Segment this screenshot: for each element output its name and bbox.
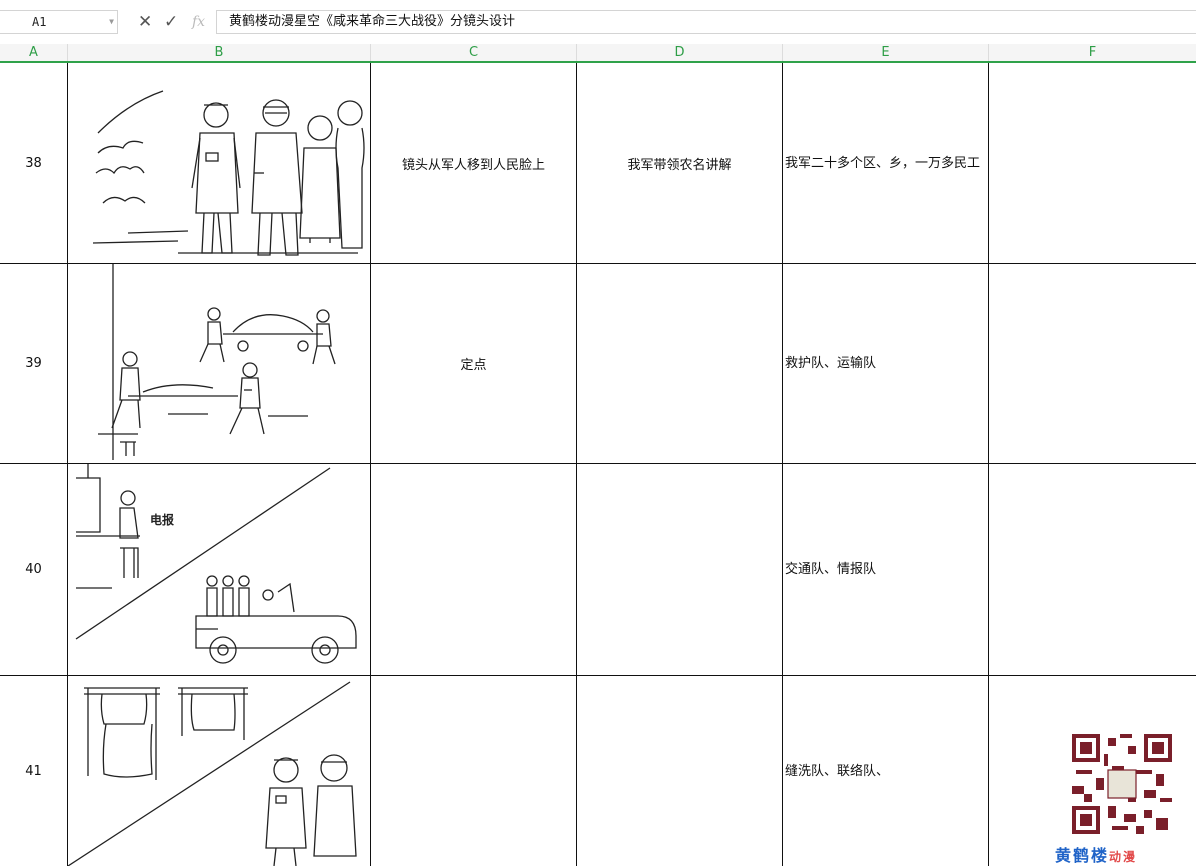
row-number[interactable]: 40 — [0, 464, 68, 675]
fx-icon[interactable]: fx — [192, 12, 205, 32]
close-icon[interactable]: ✕ — [138, 12, 152, 32]
cell-f-38[interactable] — [989, 63, 1196, 263]
cell-d-39[interactable] — [577, 264, 783, 463]
storyboard-sketch-soldiers-villagers — [92, 90, 365, 256]
row-number[interactable]: 38 — [0, 63, 68, 263]
storyboard-image-cell[interactable] — [68, 676, 371, 866]
table-row: 41 缝洗队、联络队、 — [0, 676, 1196, 866]
brand-logo-suffix: 动漫 — [1109, 850, 1138, 864]
column-header-b[interactable]: B — [68, 44, 371, 61]
chevron-down-icon[interactable]: ▼ — [109, 11, 114, 33]
cell-c-38[interactable]: 镜头从军人移到人民脸上 — [371, 63, 577, 263]
cell-d-40[interactable] — [577, 464, 783, 675]
cell-e-40[interactable]: 交通队、情报队 — [783, 464, 989, 675]
qr-code-watermark — [1072, 734, 1172, 834]
storyboard-image-cell[interactable] — [68, 264, 371, 463]
column-headers: A B C D E F — [0, 44, 1196, 63]
brand-logo: 黄鹤楼动漫 — [1055, 842, 1137, 866]
column-header-f[interactable]: F — [989, 44, 1196, 61]
spreadsheet-grid: 38 镜头从军人移到人民脸上 我军带领农名讲解 我军二十多个区、乡，一万多民工 … — [0, 63, 1196, 866]
cell-f-40[interactable] — [989, 464, 1196, 675]
row-number[interactable]: 39 — [0, 264, 68, 463]
storyboard-image-cell[interactable]: 电报 — [68, 464, 371, 675]
table-row: 39 定点 救护队、运输队 — [0, 264, 1196, 464]
formula-input[interactable]: 黄鹤楼动漫星空《咸来革命三大战役》分镜头设计 — [216, 10, 1196, 34]
column-header-c[interactable]: C — [371, 44, 577, 61]
cell-e-38[interactable]: 我军二十多个区、乡，一万多民工 — [783, 63, 989, 263]
storyboard-sketch-stretcher-carriers — [98, 264, 336, 460]
cell-e-41[interactable]: 缝洗队、联络队、 — [783, 676, 989, 866]
cell-d-38[interactable]: 我军带领农名讲解 — [577, 63, 783, 263]
cell-e-39[interactable]: 救护队、运输队 — [783, 264, 989, 463]
table-row: 40 电报 交通队、情报队 — [0, 464, 1196, 676]
sketch-label-telegraph: 电报 — [150, 512, 174, 527]
formula-bar: A1 ▼ ✕ ✓ fx 黄鹤楼动漫星空《咸来革命三大战役》分镜头设计 — [0, 0, 1196, 44]
storyboard-sketch-telegraph-jeep: 电报 — [75, 464, 357, 664]
check-icon[interactable]: ✓ — [164, 12, 178, 32]
storyboard-sketch-laundry-soldiers — [68, 681, 357, 866]
cell-c-40[interactable] — [371, 464, 577, 675]
column-header-e[interactable]: E — [783, 44, 989, 61]
name-box[interactable]: A1 ▼ — [0, 10, 118, 34]
name-box-value: A1 — [32, 15, 47, 29]
storyboard-image-cell[interactable] — [68, 63, 371, 263]
cell-c-39[interactable]: 定点 — [371, 264, 577, 463]
brand-logo-text: 黄鹤楼 — [1055, 846, 1110, 865]
cell-f-39[interactable] — [989, 264, 1196, 463]
cell-c-41[interactable] — [371, 676, 577, 866]
column-header-d[interactable]: D — [577, 44, 783, 61]
column-header-a[interactable]: A — [0, 44, 68, 61]
row-number[interactable]: 41 — [0, 676, 68, 866]
cell-d-41[interactable] — [577, 676, 783, 866]
table-row: 38 镜头从军人移到人民脸上 我军带领农名讲解 我军二十多个区、乡，一万多民工 — [0, 63, 1196, 264]
